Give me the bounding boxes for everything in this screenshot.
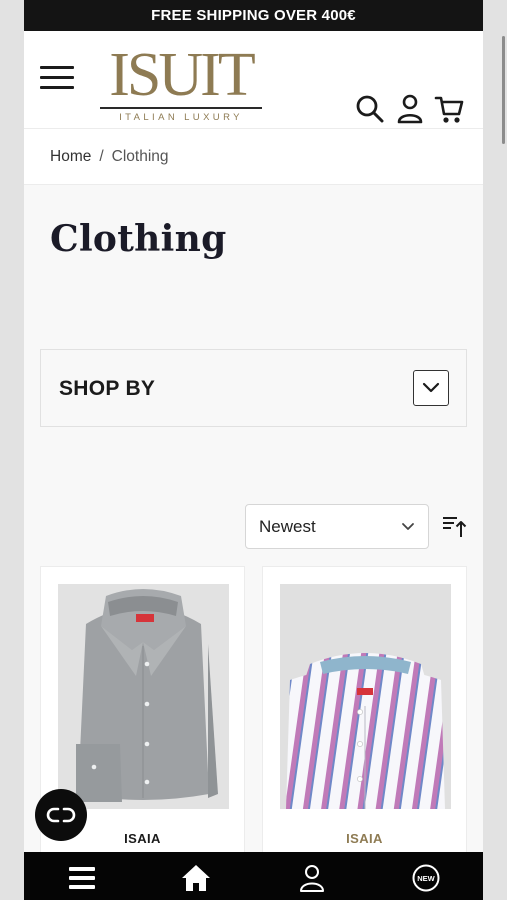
bottom-navigation: NEW xyxy=(24,852,483,900)
chevron-down-icon xyxy=(402,523,414,530)
breadcrumb-separator: / xyxy=(99,147,104,165)
page-title: Clothing xyxy=(50,218,227,260)
home-icon[interactable] xyxy=(180,862,212,894)
product-card[interactable]: ISAIA xyxy=(262,566,467,866)
product-brand[interactable]: ISAIA xyxy=(263,831,466,846)
shop-by-filter[interactable]: SHOP BY xyxy=(40,349,467,427)
sort-direction-icon[interactable] xyxy=(441,513,467,539)
user-icon[interactable] xyxy=(296,862,328,894)
new-badge-icon[interactable]: NEW xyxy=(410,862,442,894)
product-image[interactable] xyxy=(58,584,229,809)
product-image[interactable] xyxy=(280,584,451,809)
sort-selected-value: Newest xyxy=(259,517,316,536)
promo-text: FREE SHIPPING OVER 400€ xyxy=(151,7,356,24)
striped-shirt-image xyxy=(280,584,451,809)
breadcrumb-current: Clothing xyxy=(111,147,169,165)
breadcrumb-home-link[interactable]: Home xyxy=(50,148,91,166)
promo-banner: FREE SHIPPING OVER 400€ xyxy=(24,0,483,31)
svg-text:NEW: NEW xyxy=(417,874,435,883)
logo-wordmark: ISUIT xyxy=(100,44,262,109)
site-logo[interactable]: ISUIT ITALIAN LUXURY xyxy=(100,44,262,123)
chevron-down-icon xyxy=(422,382,440,393)
site-header: ISUIT ITALIAN LUXURY xyxy=(24,31,483,129)
account-icon[interactable] xyxy=(395,93,425,125)
menu-icon[interactable] xyxy=(66,862,98,894)
page-frame: FREE SHIPPING OVER 400€ ISUIT ITALIAN LU… xyxy=(24,0,483,900)
chat-icon xyxy=(46,807,76,823)
cart-icon[interactable] xyxy=(434,93,464,125)
menu-icon[interactable] xyxy=(40,66,74,92)
grey-shirt-image xyxy=(58,584,229,809)
breadcrumb: Home / Clothing xyxy=(24,129,483,185)
shop-by-toggle-button[interactable] xyxy=(413,370,449,406)
scrollbar[interactable] xyxy=(502,36,505,144)
shop-by-label: SHOP BY xyxy=(59,377,156,400)
logo-tagline: ITALIAN LUXURY xyxy=(119,112,243,123)
sort-select[interactable]: Newest xyxy=(245,504,429,549)
search-icon[interactable] xyxy=(355,93,385,125)
chat-button[interactable] xyxy=(35,789,87,841)
